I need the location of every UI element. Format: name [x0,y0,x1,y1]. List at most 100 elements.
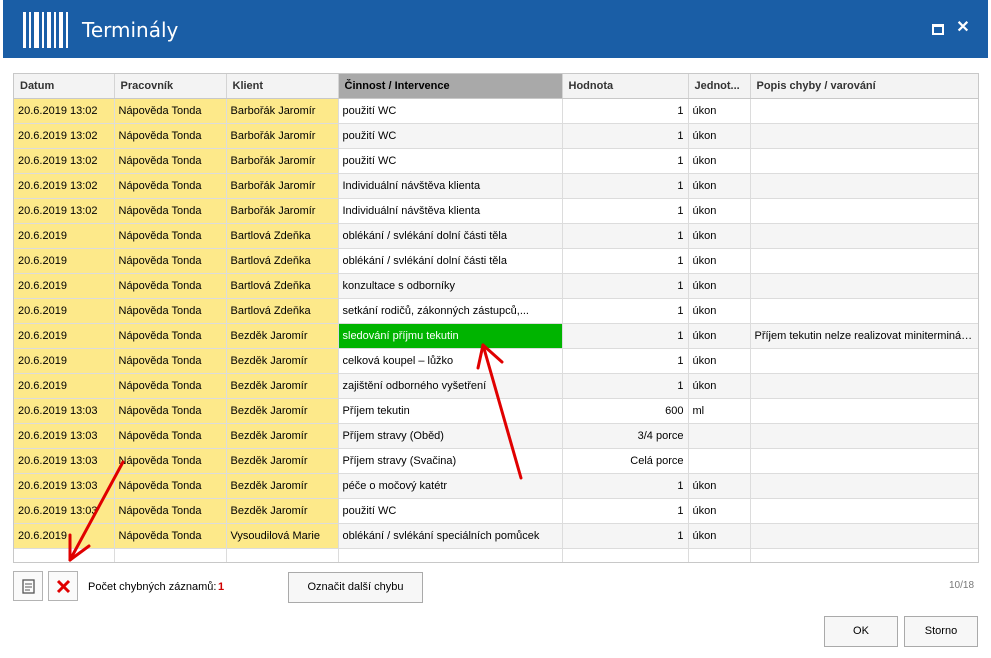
table-row[interactable]: 20.6.2019 13:02 Nápověda Tonda Barbořák Ja… [14,123,978,149]
cell-date[interactable]: 20.6.2019 13:03 [14,448,115,474]
cell-date[interactable]: 20.6.2019 [14,373,115,399]
column-header[interactable]: Klient [226,74,339,99]
cell-value[interactable]: 1 [562,173,689,199]
cell-value[interactable]: 1 [562,198,689,224]
cell-worker[interactable]: Nápověda Tonda [114,423,227,449]
cell-client[interactable]: Bezděk Jaromír [226,498,339,524]
cell-activity[interactable]: použití WC [338,123,563,149]
cell-date[interactable]: 20.6.2019 13:02 [14,123,115,149]
cell-error[interactable] [750,148,978,174]
cell-activity[interactable]: použití WC [338,498,563,524]
cell-activity[interactable]: použití WC [338,148,563,174]
cell-unit[interactable]: úkon [688,148,751,174]
table-row[interactable]: 20.6.2019 13:02 Nápověda Tonda Barbořák Ja… [14,148,978,174]
table-row[interactable]: 20.6.2019 Nápověda Tonda Bartlová Zdeňka ob… [14,223,978,249]
table-row[interactable]: 20.6.2019 13:02 Nápověda Tonda Barbořák Ja… [14,198,978,224]
cell-unit[interactable]: úkon [688,198,751,224]
maximize-button[interactable] [929,20,945,36]
cell-error[interactable] [750,173,978,199]
cancel-button[interactable]: Storno [904,616,978,647]
cell-activity[interactable]: Individuální návštěva klienta [338,173,563,199]
cell-date[interactable]: 20.6.2019 13:03 [14,498,115,524]
mark-next-error-button[interactable]: Označit další chybu [288,572,423,603]
table-row[interactable]: 20.6.2019 Nápověda Tonda Bartlová Zdeňka ob… [14,248,978,274]
cell-unit[interactable]: úkon [688,98,751,124]
cell-client[interactable]: Bezděk Jaromír [226,323,339,349]
cell-value[interactable]: 1 [562,273,689,299]
cell-date[interactable]: 20.6.2019 [14,323,115,349]
column-header[interactable]: Datum [14,74,115,99]
cell-unit[interactable]: úkon [688,473,751,499]
cell-unit[interactable]: úkon [688,173,751,199]
cell-worker[interactable]: Nápověda Tonda [114,248,227,274]
cell-unit[interactable]: úkon [688,323,751,349]
cell-date[interactable]: 20.6.2019 13:02 [14,98,115,124]
records-grid[interactable]: Datum Pracovník Klient Činnost / Intervence… [13,73,979,563]
table-row[interactable]: 20.6.2019 Nápověda Tonda Bezděk Jaromír zaj… [14,373,978,399]
cell-client[interactable]: Bezděk Jaromír [226,398,339,424]
cell-date[interactable]: 20.6.2019 13:03 [14,473,115,499]
cell-value[interactable]: 1 [562,298,689,324]
cell-date[interactable]: 20.6.2019 13:02 [14,198,115,224]
cell-activity[interactable]: Individuální návštěva klienta [338,198,563,224]
table-row[interactable]: 20.6.2019 13:03 Nápověda Tonda Bezděk Jaro… [14,423,978,449]
cell-unit[interactable]: úkon [688,298,751,324]
cell-error[interactable] [750,523,978,549]
cell-activity[interactable]: péče o močový katétr [338,473,563,499]
cell-value[interactable]: 1 [562,323,689,349]
table-row[interactable]: 20.6.2019 Nápověda Tonda Bartlová Zdeňka ko… [14,273,978,299]
cell-error[interactable] [750,448,978,474]
cell-client[interactable]: Bezděk Jaromír [226,373,339,399]
column-header[interactable]: Jednot... [688,74,751,99]
cell-unit[interactable]: úkon [688,498,751,524]
cell-error[interactable] [750,473,978,499]
cell-activity[interactable]: oblékání / svlékání dolní části těla [338,223,563,249]
column-header[interactable]: Činnost / Intervence [338,74,563,99]
table-row[interactable]: 20.6.2019 Nápověda Tonda Bartlová Zdeňka se… [14,298,978,324]
cell-worker[interactable]: Nápověda Tonda [114,373,227,399]
cell-worker[interactable]: Nápověda Tonda [114,348,227,374]
cell-date[interactable]: 20.6.2019 [14,523,115,549]
cell-client[interactable]: Bartlová Zdeňka [226,248,339,274]
cell-unit[interactable]: úkon [688,348,751,374]
cell-worker[interactable]: Nápověda Tonda [114,398,227,424]
cell-activity[interactable]: použití WC [338,98,563,124]
cell-value[interactable]: 600 [562,398,689,424]
ok-button[interactable]: OK [824,616,898,647]
column-header[interactable]: Pracovník [114,74,227,99]
table-row[interactable]: 20.6.2019 Nápověda Tonda Bezděk Jaromír sle… [14,323,978,349]
cell-worker[interactable]: Nápověda Tonda [114,448,227,474]
cell-date[interactable]: 20.6.2019 13:02 [14,148,115,174]
cell-error[interactable] [750,248,978,274]
cell-client[interactable]: Bartlová Zdeňka [226,273,339,299]
cell-activity[interactable]: oblékání / svlékání speciálních pomůcek [338,523,563,549]
cell-date[interactable]: 20.6.2019 13:03 [14,398,115,424]
cell-unit[interactable]: ml [688,398,751,424]
cell-activity[interactable]: sledování příjmu tekutin [338,323,563,349]
table-row[interactable]: 20.6.2019 13:02 Nápověda Tonda Barbořák Ja… [14,98,978,124]
cell-client[interactable]: Bezděk Jaromír [226,473,339,499]
cell-client[interactable]: Barbořák Jaromír [226,123,339,149]
cell-worker[interactable]: Nápověda Tonda [114,98,227,124]
cell-worker[interactable]: Nápověda Tonda [114,123,227,149]
cell-value[interactable]: 3/4 porce [562,423,689,449]
cell-activity[interactable]: Příjem tekutin [338,398,563,424]
column-header[interactable]: Hodnota [562,74,689,99]
column-header[interactable]: Popis chyby / varování [750,74,978,99]
cell-value[interactable]: 1 [562,473,689,499]
cell-worker[interactable]: Nápověda Tonda [114,523,227,549]
cell-client[interactable]: Vysoudilová Marie [226,523,339,549]
cell-worker[interactable]: Nápověda Tonda [114,273,227,299]
cell-worker[interactable]: Nápověda Tonda [114,498,227,524]
cell-client[interactable]: Barbořák Jaromír [226,173,339,199]
cell-error[interactable]: Příjem tekutin nelze realizovat miniterm… [750,323,978,349]
cell-date[interactable]: 20.6.2019 13:03 [14,423,115,449]
cell-date[interactable]: 20.6.2019 [14,223,115,249]
cell-activity[interactable]: oblékání / svlékání dolní části těla [338,248,563,274]
cell-error[interactable] [750,223,978,249]
cell-value[interactable]: 1 [562,373,689,399]
cell-client[interactable]: Barbořák Jaromír [226,98,339,124]
cell-unit[interactable]: úkon [688,248,751,274]
table-row[interactable]: 20.6.2019 13:02 Nápověda Tonda Barbořák Ja… [14,173,978,199]
cell-unit[interactable] [688,448,751,474]
